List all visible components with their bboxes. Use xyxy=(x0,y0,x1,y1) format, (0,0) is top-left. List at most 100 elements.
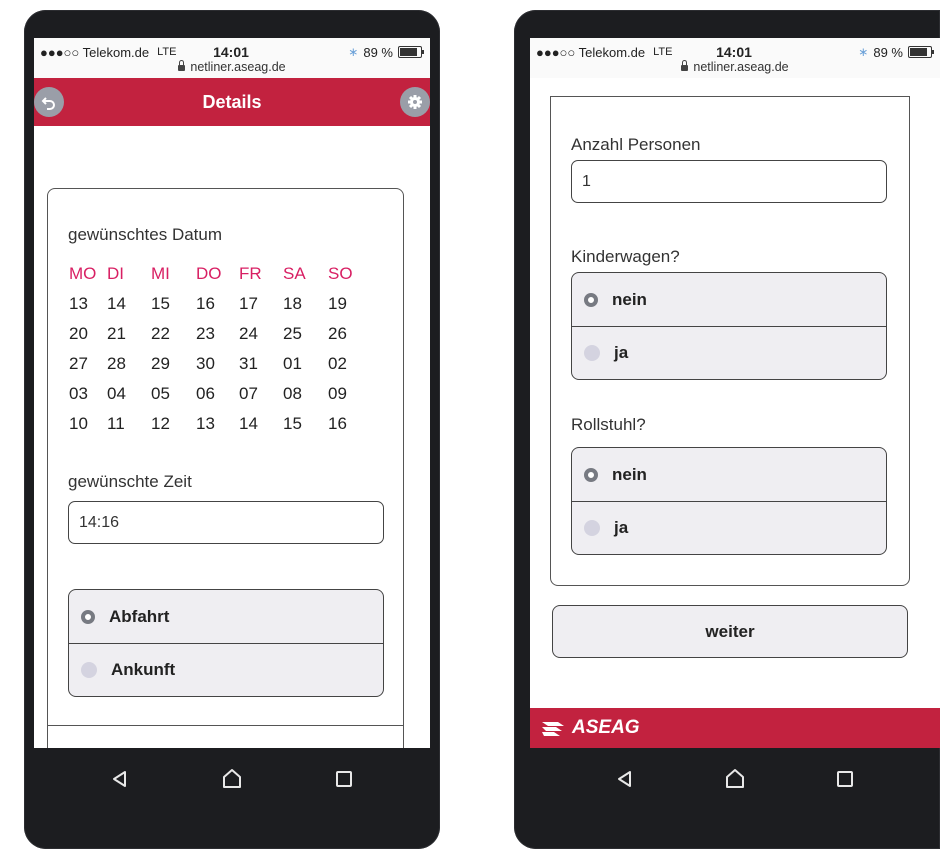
status-bar: ●●●○○ Telekom.de LTE 14:01 ∗ 89 % netlin… xyxy=(34,38,430,78)
weekday-label: SA xyxy=(283,264,306,283)
lock-icon xyxy=(681,60,689,71)
url-bar[interactable]: netliner.aseag.de xyxy=(530,60,940,74)
radio-option-wheelchair-no[interactable]: nein xyxy=(572,448,886,501)
radio-option-departure[interactable]: Abfahrt xyxy=(69,590,383,643)
calendar-day[interactable]: 15 xyxy=(283,414,328,434)
radio-checked-icon xyxy=(81,609,95,624)
calendar-weekdays: MO DI MI DO FR SA SO xyxy=(69,259,374,289)
calendar-day[interactable]: 31 xyxy=(239,354,283,374)
url-text: netliner.aseag.de xyxy=(693,60,789,74)
undo-icon xyxy=(41,97,55,110)
footer-bar: ASEAG xyxy=(530,708,940,748)
battery-icon xyxy=(908,46,934,58)
calendar-day[interactable]: 14 xyxy=(239,414,283,434)
radio-label: ja xyxy=(614,343,629,362)
carrier-label: ●●●○○ Telekom.de xyxy=(536,44,646,60)
app-header: Details xyxy=(34,78,430,126)
calendar-day[interactable]: 26 xyxy=(328,324,372,344)
lock-icon xyxy=(178,60,186,71)
aseag-logo: ASEAG xyxy=(540,717,640,739)
calendar-week: 03 04 05 06 07 08 09 xyxy=(69,379,374,409)
android-nav-bar xyxy=(24,748,440,810)
calendar-day[interactable]: 30 xyxy=(196,354,239,374)
settings-button[interactable] xyxy=(400,87,430,117)
calendar-day[interactable]: 07 xyxy=(239,384,283,404)
network-label: LTE xyxy=(653,46,673,58)
radio-unchecked-icon xyxy=(584,520,600,536)
nav-home-icon[interactable] xyxy=(220,767,244,791)
radio-option-stroller-no[interactable]: nein xyxy=(572,273,886,326)
phone-details-screen: ●●●○○ Telekom.de LTE 14:01 ∗ 89 % netlin… xyxy=(24,10,440,849)
radio-label: nein xyxy=(612,289,647,309)
nav-back-icon[interactable] xyxy=(108,767,132,791)
calendar-day[interactable]: 18 xyxy=(283,294,328,314)
radio-unchecked-icon xyxy=(81,662,97,678)
calendar-day[interactable]: 16 xyxy=(328,414,372,434)
calendar-day[interactable]: 29 xyxy=(151,354,196,374)
calendar-day[interactable]: 12 xyxy=(151,414,196,434)
radio-option-wheelchair-yes[interactable]: ja xyxy=(572,501,886,554)
calendar-day[interactable]: 17 xyxy=(239,294,283,314)
calendar-day[interactable]: 21 xyxy=(107,324,151,344)
calendar-day[interactable]: 28 xyxy=(107,354,151,374)
continue-button[interactable]: weiter xyxy=(552,605,908,658)
radio-checked-icon xyxy=(584,292,598,307)
calendar-day[interactable]: 11 xyxy=(107,414,151,434)
date-calendar: MO DI MI DO FR SA SO 13 14 15 16 17 18 1… xyxy=(69,259,374,439)
radio-option-arrival[interactable]: Ankunft xyxy=(69,643,383,696)
calendar-day[interactable]: 09 xyxy=(328,384,372,404)
calendar-day[interactable]: 13 xyxy=(69,294,107,314)
battery-percent: 89 % xyxy=(873,44,903,60)
calendar-day[interactable]: 08 xyxy=(283,384,328,404)
phone-options-screen: ●●●○○ Telekom.de LTE 14:01 ∗ 89 % netlin… xyxy=(514,10,940,849)
calendar-day[interactable]: 13 xyxy=(196,414,239,434)
calendar-day[interactable]: 16 xyxy=(196,294,239,314)
calendar-day[interactable]: 01 xyxy=(283,354,328,374)
calendar-day[interactable]: 22 xyxy=(151,324,196,344)
nav-home-icon[interactable] xyxy=(723,767,747,791)
options-card: Anzahl Personen 1 Kinderwagen? nein ja R… xyxy=(550,96,910,586)
weekday-label: DI xyxy=(107,264,124,283)
radio-label: ja xyxy=(614,518,629,537)
calendar-week: 27 28 29 30 31 01 02 xyxy=(69,349,374,379)
android-nav-bar xyxy=(514,748,940,810)
network-label: LTE xyxy=(157,46,177,58)
calendar-day[interactable]: 03 xyxy=(69,384,107,404)
calendar-day[interactable]: 27 xyxy=(69,354,107,374)
calendar-day[interactable]: 06 xyxy=(196,384,239,404)
radio-checked-icon xyxy=(584,467,598,482)
radio-option-stroller-yes[interactable]: ja xyxy=(572,326,886,379)
bluetooth-icon: ∗ xyxy=(348,45,359,59)
calendar-week: 13 14 15 16 17 18 19 xyxy=(69,289,374,319)
weekday-label: MO xyxy=(69,264,97,283)
url-text: netliner.aseag.de xyxy=(190,60,286,74)
back-button[interactable] xyxy=(34,87,64,117)
calendar-day[interactable]: 04 xyxy=(107,384,151,404)
calendar-day[interactable]: 19 xyxy=(328,294,372,314)
nav-back-icon[interactable] xyxy=(613,767,637,791)
calendar-day[interactable]: 23 xyxy=(196,324,239,344)
weekday-label: DO xyxy=(196,264,222,283)
calendar-day[interactable]: 25 xyxy=(283,324,328,344)
nav-recents-icon[interactable] xyxy=(332,767,356,791)
wheelchair-radio-group: nein ja xyxy=(571,447,887,555)
url-bar[interactable]: netliner.aseag.de xyxy=(34,60,430,74)
stroller-label: Kinderwagen? xyxy=(571,247,680,266)
status-time: 14:01 xyxy=(716,44,752,60)
persons-input[interactable]: 1 xyxy=(571,160,887,203)
carrier-label: ●●●○○ Telekom.de xyxy=(40,44,150,60)
calendar-day[interactable]: 20 xyxy=(69,324,107,344)
calendar-day[interactable]: 10 xyxy=(69,414,107,434)
calendar-week: 10 11 12 13 14 15 16 xyxy=(69,409,374,439)
calendar-week: 20 21 22 23 24 25 26 xyxy=(69,319,374,349)
time-input[interactable]: 14:16 xyxy=(68,501,384,544)
calendar-day[interactable]: 05 xyxy=(151,384,196,404)
wheelchair-label: Rollstuhl? xyxy=(571,415,646,434)
radio-label: Ankunft xyxy=(111,660,176,679)
calendar-day[interactable]: 15 xyxy=(151,294,196,314)
calendar-day[interactable]: 24 xyxy=(239,324,283,344)
nav-recents-icon[interactable] xyxy=(833,767,857,791)
direction-radio-group: Abfahrt Ankunft xyxy=(68,589,384,697)
calendar-day[interactable]: 02 xyxy=(328,354,372,374)
calendar-day[interactable]: 14 xyxy=(107,294,151,314)
